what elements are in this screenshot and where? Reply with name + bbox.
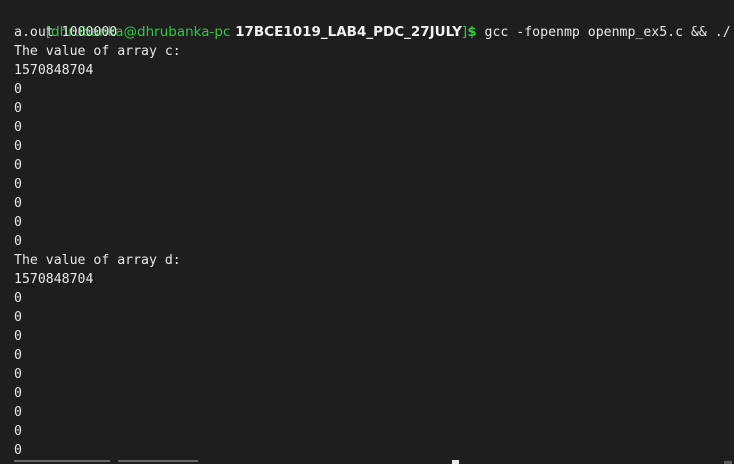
array-d-value: 0 (14, 310, 22, 325)
array-c-value: 0 (14, 120, 22, 135)
array-d-value: 0 (14, 443, 22, 458)
prompt-directory: 17BCE1019_LAB4_PDC_27JULY (235, 24, 462, 40)
array-c-value: 0 (14, 215, 22, 230)
array-c-value: 0 (14, 158, 22, 173)
array-c-value: 0 (14, 234, 22, 249)
command-wrap-line: a.out 1000000 (14, 25, 118, 40)
array-c-value: 0 (14, 196, 22, 211)
array-d-value: 0 (14, 367, 22, 382)
partial-prompt-fragment (118, 460, 198, 462)
prompt-line: [dhrubanka@dhrubanka-pc 17BCE1019_LAB4_P… (14, 4, 731, 40)
partial-prompt-fragment (14, 460, 110, 462)
array-c-value: 0 (14, 82, 22, 97)
next-prompt-partial (14, 460, 434, 464)
array-d-value: 0 (14, 291, 22, 306)
array-d-value: 0 (14, 386, 22, 401)
array-c-header: The value of array c: (14, 44, 181, 59)
terminal-window[interactable]: [dhrubanka@dhrubanka-pc 17BCE1019_LAB4_P… (0, 0, 734, 464)
array-d-header: The value of array d: (14, 253, 181, 268)
array-d-value: 0 (14, 348, 22, 363)
array-d-value: 1570848704 (14, 272, 94, 287)
array-d-value: 0 (14, 329, 22, 344)
array-d-value: 0 (14, 424, 22, 439)
array-c-value: 1570848704 (14, 63, 94, 78)
array-c-value: 0 (14, 177, 22, 192)
array-d-value: 0 (14, 405, 22, 420)
text-cursor (452, 460, 459, 464)
array-c-value: 0 (14, 139, 22, 154)
prompt-dollar: $ (467, 24, 477, 40)
array-c-value: 0 (14, 101, 22, 116)
command-text: gcc -fopenmp openmp_ex5.c && ./ (476, 25, 731, 40)
